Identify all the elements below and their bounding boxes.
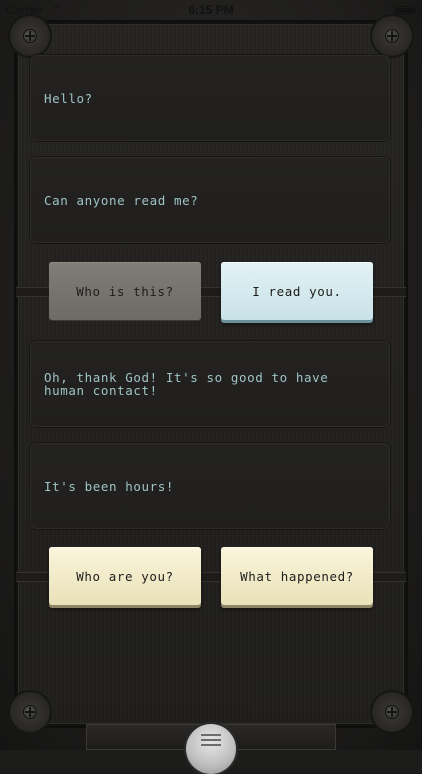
menu-icon: [201, 744, 221, 746]
message-bubble: Can anyone read me?: [30, 157, 390, 243]
screw-icon: [24, 30, 36, 42]
choice-label: Who is this?: [76, 283, 174, 299]
status-time: 6:15 PM: [188, 3, 234, 17]
menu-button[interactable]: [186, 724, 236, 774]
battery-icon: [394, 6, 416, 15]
corner-bolt: [8, 14, 52, 58]
choice-label: Who are you?: [76, 568, 174, 584]
message-text: It's been hours!: [44, 478, 175, 494]
screw-icon: [386, 706, 398, 718]
corner-bolt: [8, 690, 52, 734]
choice-button-who-is-this[interactable]: Who is this?: [49, 262, 201, 320]
choice-label: I read you.: [252, 283, 342, 299]
message-text: Can anyone read me?: [44, 192, 199, 208]
corner-bolt: [370, 690, 414, 734]
menu-icon: [201, 739, 221, 741]
message-bubble: It's been hours!: [30, 443, 390, 529]
choice-label: What happened?: [240, 568, 354, 584]
screw-icon: [24, 706, 36, 718]
message-text: Hello?: [44, 90, 93, 106]
message-bubble: Hello?: [30, 55, 390, 141]
choice-button-what-happened[interactable]: What happened?: [221, 547, 373, 605]
choice-button-i-read-you[interactable]: I read you.: [221, 262, 373, 320]
message-text: Oh, thank God! It's so good to have huma…: [44, 370, 329, 398]
corner-bolt: [370, 14, 414, 58]
screw-icon: [386, 30, 398, 42]
menu-icon: [201, 734, 221, 736]
message-bubble: Oh, thank God! It's so good to have huma…: [30, 341, 390, 427]
status-bar: Carrier ◠ 6:15 PM: [0, 0, 422, 20]
choice-button-who-are-you[interactable]: Who are you?: [49, 547, 201, 605]
